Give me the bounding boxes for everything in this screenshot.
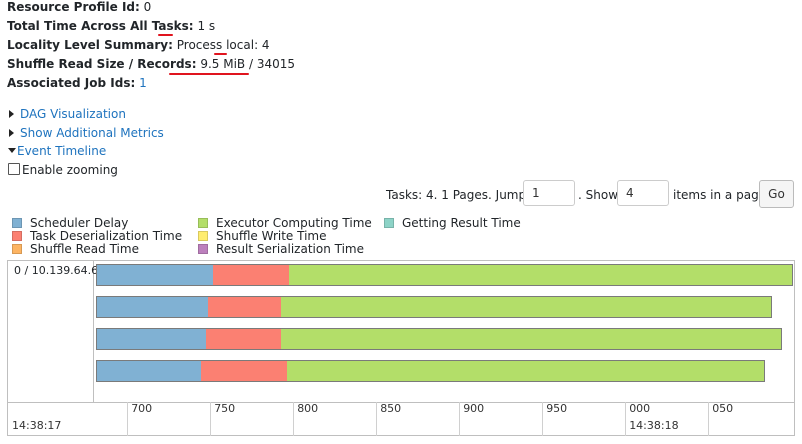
legend-swatch [12,218,22,228]
timeline-tick [127,402,129,436]
caret-right-icon [9,110,14,118]
locality-row: Locality Level Summary: Process local: 4 [7,38,270,52]
timeline-tick [293,402,295,436]
resource-profile-label: Resource Profile Id: [7,0,140,14]
timeline-tick [210,402,212,436]
deserialization-segment [207,297,281,317]
timeline-time-label: 14:38:17 [12,419,62,432]
executor-computing-segment [280,329,781,349]
page-jump-input[interactable] [523,180,575,206]
scheduler-delay-segment [97,361,202,381]
task-bar[interactable] [96,296,772,318]
legend-swatch [12,244,22,254]
shuffle-read-value: 9.5 MiB / 34015 [200,57,295,71]
annotation-underline [214,53,227,55]
legend-label: Executor Computing Time [216,216,372,230]
timeline-tick-label: 700 [131,402,153,415]
legend-scheduler-delay: Scheduler Delay [12,216,128,230]
dag-visualization-link[interactable]: DAG Visualization [20,107,126,121]
executor-computing-segment [280,297,771,317]
executor-label: 0 / 10.139.64.6 [14,264,99,277]
legend-swatch [198,244,208,254]
legend-swatch [198,218,208,228]
executor-computing-segment [289,265,793,285]
legend-swatch [198,231,208,241]
total-time-label: Total Time Across All Tasks: [7,19,194,33]
pager-suffix: items in a page. [673,188,770,202]
deserialization-segment [201,361,288,381]
legend-swatch [12,231,22,241]
resource-profile-row: Resource Profile Id: 0 [7,0,151,14]
shuffle-read-row: Shuffle Read Size / Records: 9.5 MiB / 3… [7,57,295,71]
deserialization-segment [212,265,289,285]
executor-label-column: 0 / 10.139.64.6 [8,261,98,403]
timeline-tick-label: 900 [463,402,485,415]
timeline-tick-label: 750 [214,402,236,415]
caret-right-icon [9,129,14,137]
legend-label: Scheduler Delay [30,216,129,230]
enable-zooming-label: Enable zooming [22,163,118,177]
annotation-underline [158,34,173,36]
locality-value: Process local: 4 [176,38,270,52]
job-ids-label: Associated Job Ids: [7,76,136,90]
timeline-tick-label: 000 [629,402,651,415]
pager-show-label: . Show [578,188,619,202]
additional-metrics-link[interactable]: Show Additional Metrics [20,126,164,140]
legend-swatch [384,218,394,228]
legend-label: Result Serialization Time [216,242,365,256]
timeline-tick [708,402,710,436]
event-timeline-link[interactable]: Event Timeline [17,144,106,158]
event-timeline-toggle[interactable]: Event Timeline [8,144,106,158]
timeline-tick [542,402,544,436]
enable-zooming-control[interactable]: Enable zooming [8,163,118,177]
event-timeline[interactable]: 0 / 10.139.64.6 700 750 800 850 900 950 000 050… [7,260,795,436]
timeline-time-label: 14:38:18 [629,419,679,432]
caret-down-icon [8,148,16,153]
timeline-tick-label: 050 [712,402,734,415]
legend-executor-computing: Executor Computing Time [198,216,372,230]
legend-getting-result: Getting Result Time [384,216,521,230]
job-ids-row: Associated Job Ids: 1 [7,76,147,90]
timeline-tick [459,402,461,436]
go-button[interactable]: Go [759,180,794,208]
job-id-link[interactable]: 1 [139,76,147,90]
timeline-tick [376,402,378,436]
task-bar[interactable] [96,328,782,350]
scheduler-delay-segment [97,265,213,285]
legend-label: Shuffle Write Time [216,229,327,243]
legend-label: Task Deserialization Time [30,229,183,243]
scheduler-delay-segment [97,329,207,349]
legend-task-deserialization: Task Deserialization Time [12,229,182,243]
total-time-value: 1 s [197,19,216,33]
timeline-tick-label: 950 [546,402,568,415]
scheduler-delay-segment [97,297,208,317]
legend-shuffle-read: Shuffle Read Time [12,242,139,256]
annotation-underline [169,73,249,75]
timeline-tick [625,402,627,436]
locality-label: Locality Level Summary: [7,38,173,52]
page-size-input[interactable] [617,180,669,206]
legend-label: Getting Result Time [402,216,521,230]
dag-visualization-toggle[interactable]: DAG Visualization [9,107,126,121]
additional-metrics-toggle[interactable]: Show Additional Metrics [9,126,164,140]
legend-result-serialization: Result Serialization Time [198,242,364,256]
enable-zooming-checkbox[interactable] [8,163,20,175]
shuffle-read-label: Shuffle Read Size / Records: [7,57,197,71]
timeline-tick-label: 800 [297,402,319,415]
deserialization-segment [206,329,281,349]
resource-profile-value: 0 [143,0,152,14]
timeline-tick-label: 850 [380,402,402,415]
task-bar[interactable] [96,360,765,382]
total-time-row: Total Time Across All Tasks: 1 s [7,19,215,33]
executor-computing-segment [287,361,764,381]
pager-prefix: Tasks: 4. 1 Pages. Jump to [386,188,542,202]
task-bar[interactable] [96,264,794,286]
legend-label: Shuffle Read Time [30,242,139,256]
legend-shuffle-write: Shuffle Write Time [198,229,327,243]
